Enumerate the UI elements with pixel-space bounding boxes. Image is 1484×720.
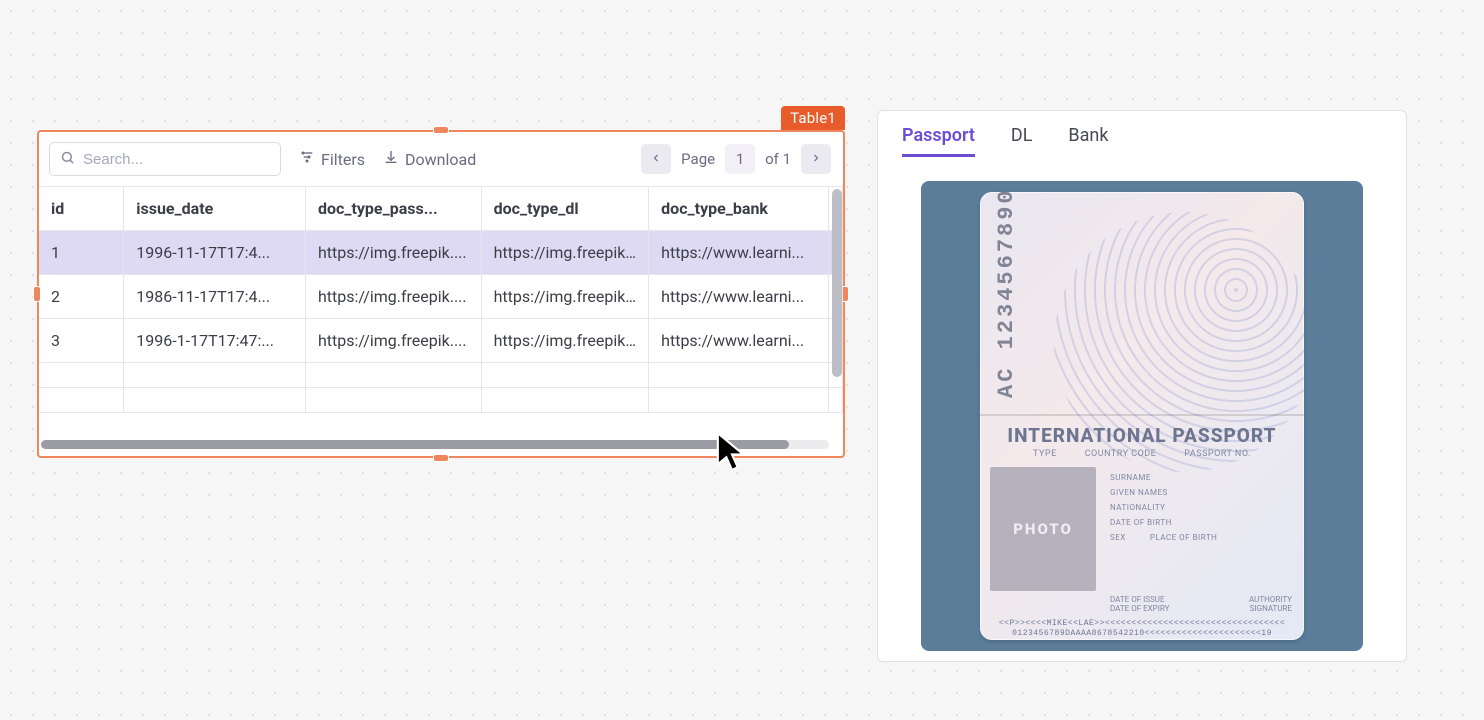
download-button[interactable]: Download xyxy=(383,149,476,169)
chevron-left-icon xyxy=(650,150,662,168)
document-preview-card: Passport DL Bank AC 1234567890 INTERNATI… xyxy=(877,110,1407,662)
page-prev-button[interactable] xyxy=(641,144,671,174)
passport-sub-country: COUNTRY CODE xyxy=(1085,449,1157,459)
cell-pass: https://img.freepik.... xyxy=(305,319,481,363)
cell-bank: https://www.learni... xyxy=(649,231,829,275)
table-widget[interactable]: Table1 Filters Download xyxy=(37,130,845,458)
page-of-label: of 1 xyxy=(765,150,791,168)
cell-bank: https://www.learni... xyxy=(649,319,829,363)
tab-dl[interactable]: DL xyxy=(1011,125,1033,157)
field-sex: SEX xyxy=(1110,533,1126,542)
col-header-doc-type-bank[interactable]: doc_type_bank xyxy=(649,187,829,231)
cell-dl: https://img.freepik.... xyxy=(481,275,649,319)
col-header-doc-type-dl[interactable]: doc_type_dl xyxy=(481,187,649,231)
table-row[interactable]: 3 1996-1-17T17:47:... https://img.freepi… xyxy=(39,319,843,363)
filters-label: Filters xyxy=(321,150,365,169)
chevron-right-icon xyxy=(810,150,822,168)
tab-passport[interactable]: Passport xyxy=(902,125,975,157)
mrz-line-2: 0123456789DAAAA8678542210<<<<<<<<<<<<<<<… xyxy=(990,629,1294,639)
search-icon xyxy=(60,150,75,169)
cell-date: 1986-11-17T17:4... xyxy=(124,275,306,319)
field-signature: SIGNATURE xyxy=(1249,604,1292,613)
table-row[interactable]: 2 1986-11-17T17:4... https://img.freepik… xyxy=(39,275,843,319)
col-header-issue-date[interactable]: issue_date xyxy=(124,187,306,231)
field-dob: DATE OF BIRTH xyxy=(1110,518,1294,527)
field-given-names: GIVEN NAMES xyxy=(1110,488,1294,497)
widget-tag: Table1 xyxy=(781,106,845,130)
cell-pass: https://img.freepik.... xyxy=(305,275,481,319)
table-row[interactable]: 1 1996-11-17T17:4... https://img.freepik… xyxy=(39,231,843,275)
cell-id: 3 xyxy=(39,319,124,363)
cell-dl: https://img.freepik.... xyxy=(481,231,649,275)
cell-bank: https://www.learni... xyxy=(649,275,829,319)
passport-serial: AC 1234567890 xyxy=(994,192,1019,398)
horizontal-scroll-thumb[interactable] xyxy=(41,440,789,449)
table-row-empty xyxy=(39,363,843,388)
data-grid: id issue_date doc_type_pass... doc_type_… xyxy=(39,187,843,451)
filters-icon xyxy=(299,149,315,169)
download-icon xyxy=(383,149,399,169)
passport-photo-placeholder: PHOTO xyxy=(990,467,1096,591)
col-header-doc-type-pass[interactable]: doc_type_pass... xyxy=(305,187,481,231)
download-label: Download xyxy=(405,150,476,169)
field-nationality: NATIONALITY xyxy=(1110,503,1294,512)
search-box[interactable] xyxy=(49,142,281,176)
mrz-line-1: <<P>><<<<MIKE<<LAE>><<<<<<<<<<<<<<<<<<<<… xyxy=(990,619,1294,629)
tabs: Passport DL Bank xyxy=(896,125,1388,157)
cell-dl: https://img.freepik.... xyxy=(481,319,649,363)
field-expiry: DATE OF EXPIRY xyxy=(1110,604,1169,613)
vertical-scrollbar[interactable] xyxy=(832,189,842,377)
passport-title: INTERNATIONAL PASSPORT xyxy=(990,424,1294,447)
cell-id: 2 xyxy=(39,275,124,319)
page-label: Page xyxy=(681,150,715,168)
table-header-row: id issue_date doc_type_pass... doc_type_… xyxy=(39,187,843,231)
cell-date: 1996-1-17T17:47:... xyxy=(124,319,306,363)
cell-id: 1 xyxy=(39,231,124,275)
filters-button[interactable]: Filters xyxy=(299,149,365,169)
passport-image: AC 1234567890 INTERNATIONAL PASSPORT TYP… xyxy=(921,181,1363,651)
field-pob: PLACE OF BIRTH xyxy=(1150,533,1218,542)
col-header-id[interactable]: id xyxy=(39,187,124,231)
tab-bank[interactable]: Bank xyxy=(1068,125,1108,157)
passport-sub-no: PASSPORT NO. xyxy=(1184,449,1251,459)
table-row-empty xyxy=(39,388,843,413)
page-number[interactable]: 1 xyxy=(725,144,755,174)
search-input[interactable] xyxy=(83,151,282,168)
resize-handle-bottom[interactable] xyxy=(433,454,449,462)
field-surname: SURNAME xyxy=(1110,473,1294,482)
passport-sub-type: TYPE xyxy=(1033,449,1057,459)
table-toolbar: Filters Download Page 1 of 1 xyxy=(39,132,843,187)
field-issue: DATE OF ISSUE xyxy=(1110,595,1169,604)
cell-pass: https://img.freepik.... xyxy=(305,231,481,275)
pager: Page 1 of 1 xyxy=(641,144,831,174)
resize-handle-top[interactable] xyxy=(433,126,449,134)
field-authority: AUTHORITY xyxy=(1249,595,1292,604)
page-next-button[interactable] xyxy=(801,144,831,174)
cell-date: 1996-11-17T17:4... xyxy=(124,231,306,275)
